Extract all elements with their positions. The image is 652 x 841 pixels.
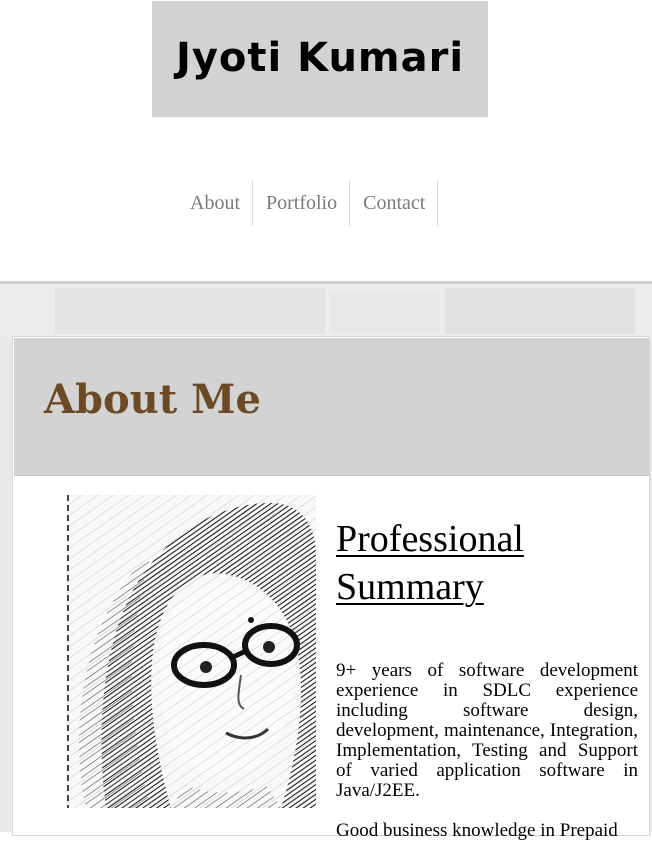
summary-paragraph: 9+ years of software development experie… <box>336 660 638 801</box>
hero-band <box>0 281 652 340</box>
nav-contact-link[interactable]: Contact <box>350 180 439 226</box>
main-nav: About Portfolio Contact <box>177 180 439 226</box>
profile-photo <box>66 495 316 808</box>
summary-paragraph-2: Good business knowledge in Prepaid <box>336 820 618 841</box>
about-header: About Me <box>14 338 649 476</box>
site-title: Jyoti Kumari <box>175 35 465 81</box>
portrait-sketch-image <box>66 495 316 808</box>
left-rail <box>0 337 12 832</box>
site-title-box: Jyoti Kumari <box>152 1 488 117</box>
about-heading: About Me <box>44 376 261 423</box>
professional-summary-heading: Professional Summary <box>336 518 524 608</box>
nav-about-link[interactable]: About <box>177 180 253 226</box>
nav-portfolio-link[interactable]: Portfolio <box>253 180 351 226</box>
